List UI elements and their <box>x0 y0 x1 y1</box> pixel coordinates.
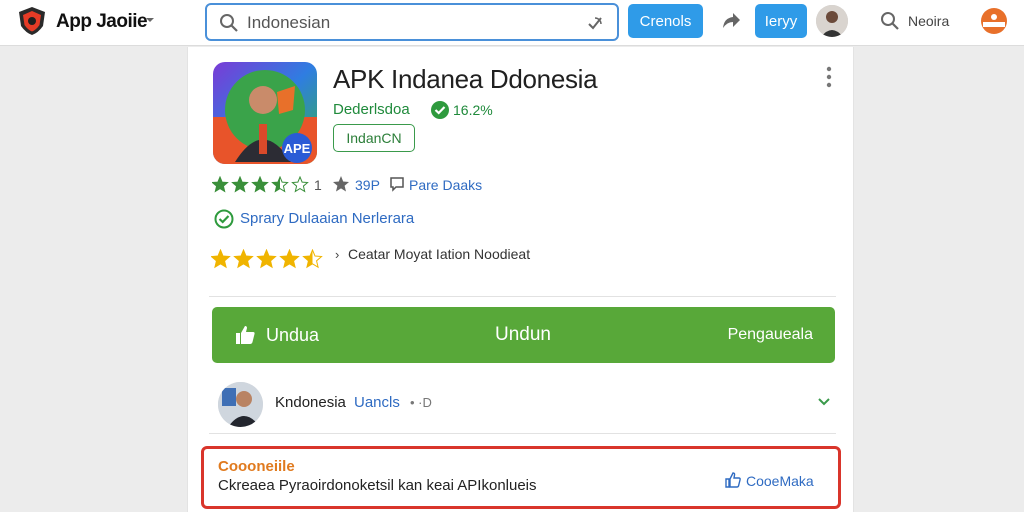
app-logo-icon[interactable] <box>18 6 46 36</box>
notice-text: Ckreaea Pyraoirdonoketsil kan keai APIko… <box>218 477 537 494</box>
rating-stars-large <box>211 249 323 269</box>
app-title: APK Indanea Ddonesia <box>333 64 598 94</box>
flag-icon[interactable] <box>980 7 1008 35</box>
safety-status[interactable]: Sprary Dulaaian Nerlerara <box>240 210 414 227</box>
author-extra: • ·D <box>410 395 432 410</box>
search-icon <box>220 14 238 32</box>
search-button[interactable]: Crenols <box>628 4 703 38</box>
nav-link[interactable]: Neoira <box>908 13 949 29</box>
developer-name[interactable]: Dederlsdoa <box>333 101 410 118</box>
author-name[interactable]: Kndonesia <box>275 394 346 411</box>
thumbs-up-icon[interactable] <box>724 471 742 489</box>
star-fill <box>232 177 248 192</box>
download-label-center: Undun <box>495 324 551 345</box>
avatar-icon <box>816 5 848 37</box>
brand-name[interactable]: App Jaoiie <box>56 11 148 33</box>
app-tag[interactable]: IndanCN <box>333 124 415 152</box>
login-button[interactable]: Ieryy <box>755 4 807 38</box>
download-label-left: Undua <box>266 325 320 345</box>
author-avatar-icon <box>218 382 263 427</box>
downloads-count: 39P <box>355 177 380 193</box>
chevron-down-icon[interactable] <box>145 15 155 25</box>
star-fill <box>212 177 228 192</box>
notice-action-link[interactable]: CooeMaka <box>746 473 814 489</box>
star-outline <box>291 176 309 193</box>
reviews-link[interactable]: Pare Daaks <box>409 177 482 193</box>
comment-icon <box>390 177 404 192</box>
app-icon-image: APE <box>213 62 317 164</box>
star-icon <box>333 176 349 192</box>
app-icon[interactable]: APE <box>213 62 317 164</box>
search-icon[interactable] <box>880 11 900 31</box>
thumbs-up-icon <box>236 326 255 344</box>
notice-box: Coooneiile Ckreaea Pyraoirdonoketsil kan… <box>201 446 841 509</box>
divider <box>209 296 836 297</box>
star-fill <box>211 250 230 268</box>
info-marker: › <box>335 247 340 262</box>
download-label-right: Pengaueala <box>727 326 813 343</box>
verified-percent: 16.2% <box>453 102 493 118</box>
star-fill <box>234 250 253 268</box>
safe-check-icon <box>214 209 234 229</box>
author-link[interactable]: Uancls <box>354 394 400 411</box>
star-fill <box>257 250 276 268</box>
star-fill <box>280 250 299 268</box>
author-row[interactable]: Kndonesia Uancls • ·D <box>210 378 836 430</box>
chevron-down-icon[interactable] <box>816 394 832 410</box>
clear-icon[interactable] <box>585 13 605 33</box>
notice-title: Coooneiile <box>218 458 295 475</box>
app-icon-badge: APE <box>284 141 311 156</box>
search-input[interactable] <box>247 12 577 34</box>
more-options-icon[interactable] <box>823 65 835 89</box>
rating-value: 1 <box>314 177 322 193</box>
star-fill <box>252 177 268 192</box>
top-header: App Jaoiie Crenols Ieryy Neoira <box>0 0 1024 46</box>
divider <box>209 433 836 434</box>
share-icon[interactable] <box>718 8 744 34</box>
verified-check-icon <box>431 101 449 119</box>
download-button[interactable]: Undua Undun Pengaueala <box>212 307 835 363</box>
author-avatar[interactable] <box>218 382 263 427</box>
search-bar <box>205 3 619 41</box>
rating-stars <box>212 176 309 193</box>
category-text: Ceatar Moyat Iation Noodieat <box>348 246 531 262</box>
user-avatar[interactable] <box>816 5 848 37</box>
